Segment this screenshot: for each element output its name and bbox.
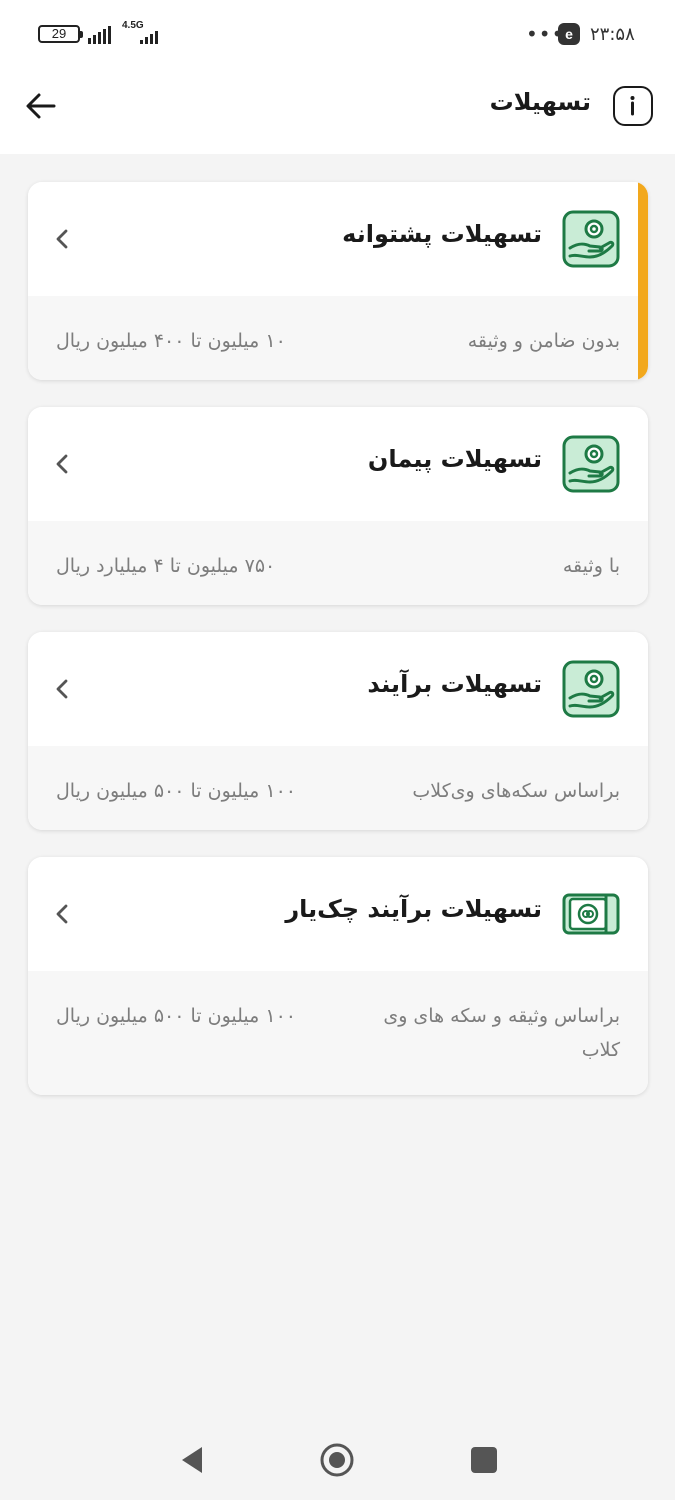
hand-coin-icon <box>562 660 620 718</box>
nav-back-button[interactable] <box>178 1444 206 1476</box>
card-details: براساس سکه‌های وی‌کلاب ۱۰۰ میلیون تا ۵۰۰… <box>28 746 648 830</box>
card-header: تسهیلات برآیند چک‌یار <box>28 857 648 971</box>
card-amount-range: ۱۰۰ میلیون تا ۵۰۰ میلیون ریال <box>56 780 296 802</box>
chevron-left-icon <box>52 901 72 927</box>
hand-coin-icon <box>562 210 620 268</box>
card-header: تسهیلات پیمان <box>28 407 648 521</box>
card-subtitle: بدون ضامن و وثیقه <box>467 330 620 352</box>
info-icon <box>630 96 635 116</box>
card-title: تسهیلات پشتوانه <box>342 220 542 248</box>
card-title: تسهیلات برآیند چک‌یار <box>285 895 542 923</box>
system-navigation-bar <box>0 1420 675 1500</box>
app-header: تسهیلات <box>0 68 675 154</box>
card-header: تسهیلات پشتوانه <box>28 182 648 296</box>
card-details: بدون ضامن و وثیقه ۱۰ میلیون تا ۴۰۰ میلیو… <box>28 296 648 380</box>
info-button[interactable] <box>613 86 653 126</box>
battery-indicator: 29 <box>38 25 83 43</box>
facility-card-peyman[interactable]: تسهیلات پیمان با وثیقه ۷۵۰ میلیون تا ۴ م… <box>28 407 648 605</box>
card-header: تسهیلات برآیند <box>28 632 648 746</box>
hand-coin-icon <box>562 435 620 493</box>
card-details: براساس وثیقه و سکه های وی کلاب ۱۰۰ میلیو… <box>28 971 648 1095</box>
triangle-back-icon <box>182 1447 202 1473</box>
card-title: تسهیلات پیمان <box>367 445 542 473</box>
chevron-left-icon <box>52 676 72 702</box>
signal-strength-icon <box>88 22 111 44</box>
chevron-left-icon <box>52 226 72 252</box>
card-subtitle: با وثیقه <box>562 555 620 577</box>
facility-card-poshtvaneh[interactable]: تسهیلات پشتوانه بدون ضامن و وثیقه ۱۰ میل… <box>28 182 648 380</box>
card-amount-range: ۱۰ میلیون تا ۴۰۰ میلیون ریال <box>56 330 286 352</box>
arrow-left-icon <box>26 93 56 119</box>
signal-strength-icon-2 <box>140 30 158 44</box>
facilities-list: تسهیلات پشتوانه بدون ضامن و وثیقه ۱۰ میل… <box>28 182 648 1122</box>
card-subtitle: براساس سکه‌های وی‌کلاب <box>412 780 620 802</box>
card-amount-range: ۱۰۰ میلیون تا ۵۰۰ میلیون ریال <box>56 1005 296 1027</box>
facility-card-barayand-chekyar[interactable]: تسهیلات برآیند چک‌یار براساس وثیقه و سکه… <box>28 857 648 1095</box>
page-title: تسهیلات <box>489 88 591 116</box>
nav-recents-button[interactable] <box>471 1447 497 1473</box>
back-button[interactable] <box>22 86 62 126</box>
card-subtitle: براساس وثیقه و سکه های وی کلاب <box>383 1005 620 1061</box>
status-time: ۲۳:۵۸ <box>590 24 635 45</box>
facility-card-barayand[interactable]: تسهیلات برآیند براساس سکه‌های وی‌کلاب ۱۰… <box>28 632 648 830</box>
status-bar: 29 4.5G ••• e ۲۳:۵۸ <box>0 0 675 68</box>
cheque-icon <box>562 885 620 943</box>
nav-home-button[interactable] <box>319 1442 355 1478</box>
circle-home-icon <box>320 1443 354 1477</box>
card-details: با وثیقه ۷۵۰ میلیون تا ۴ میلیارد ریال <box>28 521 648 605</box>
app-notification-icon: e <box>558 23 580 45</box>
chevron-left-icon <box>52 451 72 477</box>
card-amount-range: ۷۵۰ میلیون تا ۴ میلیارد ریال <box>56 555 276 577</box>
card-title: تسهیلات برآیند <box>367 670 542 698</box>
